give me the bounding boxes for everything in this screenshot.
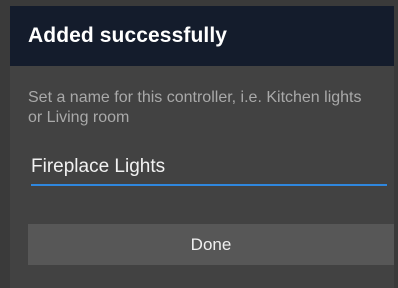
controller-name-field-wrap xyxy=(31,152,387,186)
added-successfully-dialog: Added successfully Set a name for this c… xyxy=(10,6,394,288)
dialog-header: Added successfully xyxy=(10,6,394,66)
done-button[interactable]: Done xyxy=(28,224,394,265)
dialog-title: Added successfully xyxy=(28,24,228,47)
dialog-body: Set a name for this controller, i.e. Kit… xyxy=(10,66,394,186)
name-hint-text: Set a name for this controller, i.e. Kit… xyxy=(28,89,362,126)
controller-name-input[interactable] xyxy=(31,152,387,186)
